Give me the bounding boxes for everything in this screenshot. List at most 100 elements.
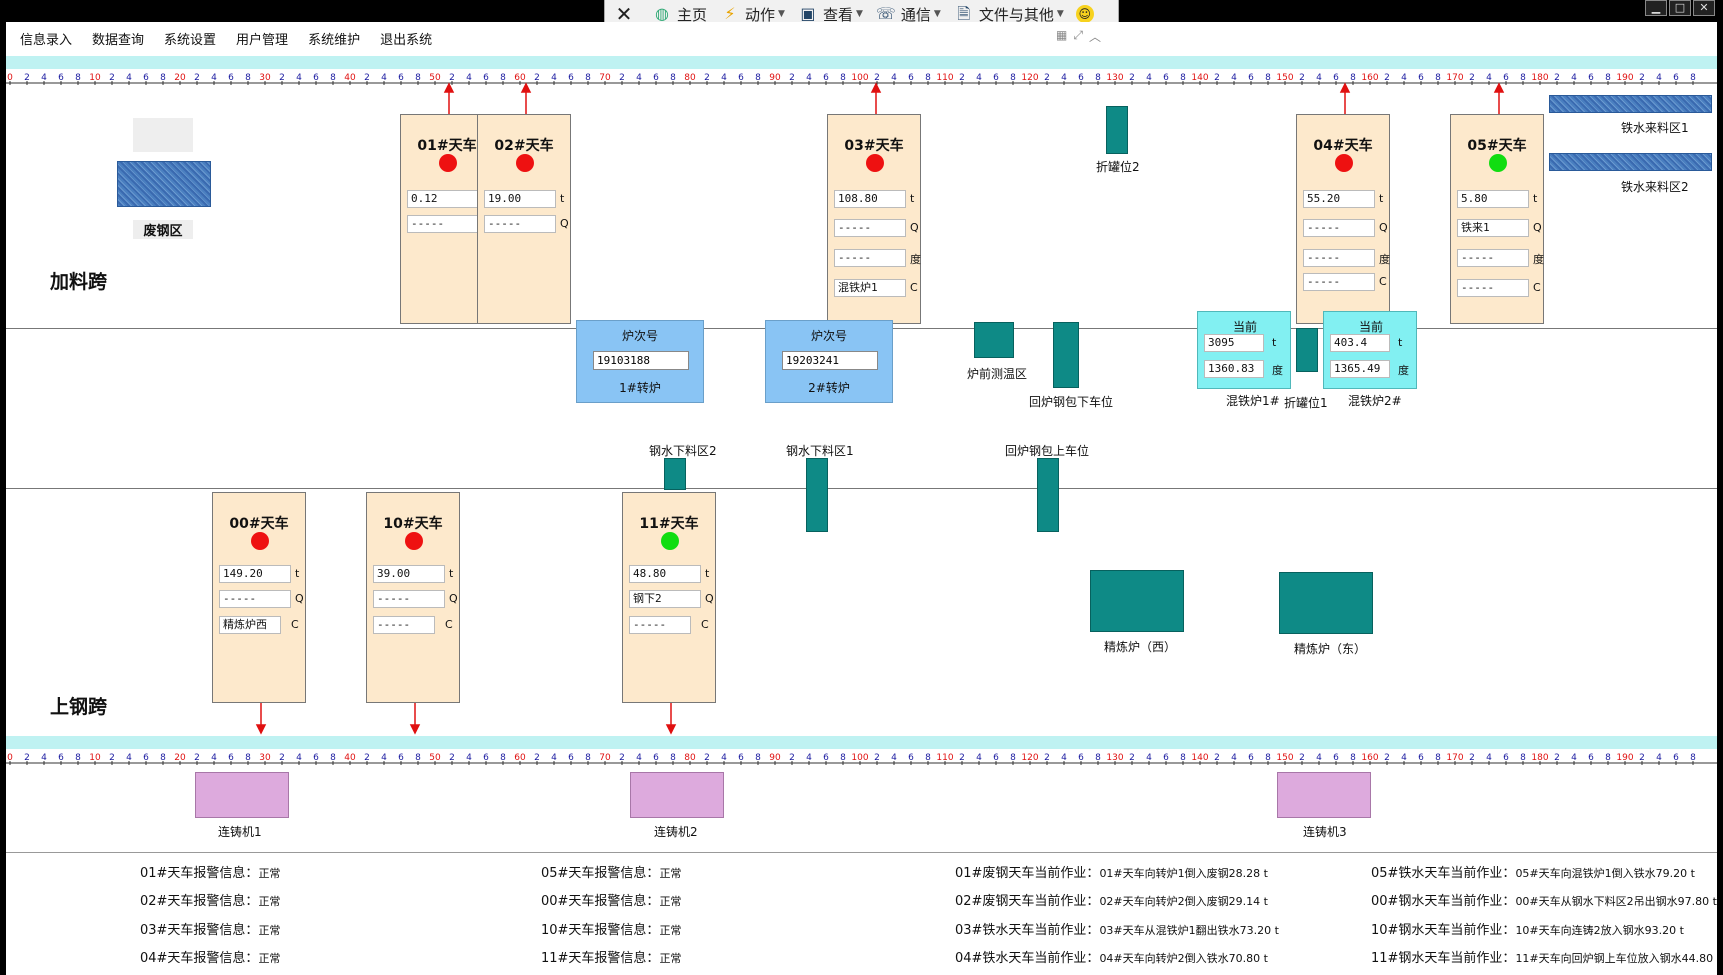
scrap-area-shade — [133, 118, 193, 152]
crane-00[interactable]: 00#天车 149.20 t ----- Q 精炼炉西 C — [212, 492, 306, 703]
unit-label: t — [1398, 336, 1403, 349]
caster-1[interactable] — [195, 772, 289, 818]
mixer-temp-field[interactable]: 1360.83 — [1204, 360, 1264, 378]
unit-label: C — [291, 618, 299, 631]
heat-number-title: 炉次号 — [621, 329, 658, 343]
heat-number-field[interactable]: 19203241 — [782, 351, 878, 370]
crane-05[interactable]: 05#天车 5.80 t 铁来1 Q ----- 度 ----- C — [1450, 114, 1544, 324]
alarm-row: 03#天车报警信息：正常 — [140, 919, 280, 938]
unit-label: Q — [295, 592, 304, 605]
job-row: 10#钢水天车当前作业：10#天车向连铸2放入钢水93.20 t — [1371, 919, 1684, 938]
chevron-up-icon[interactable]: ︿ — [1089, 28, 1101, 45]
menu-system-settings[interactable]: 系统设置 — [164, 29, 216, 48]
scrap-area[interactable] — [117, 161, 211, 207]
grid-icon[interactable]: ▦ — [1056, 28, 1067, 45]
mixer-weight-field[interactable]: 403.4 — [1330, 334, 1390, 352]
weight-field[interactable]: 55.20 — [1303, 190, 1375, 208]
steel-down-area-2[interactable] — [664, 458, 686, 490]
menu-data-query[interactable]: 数据查询 — [92, 29, 144, 48]
tilt-position-1[interactable] — [1296, 328, 1318, 372]
status-lamp — [866, 154, 884, 172]
iron-feed-zone-2[interactable] — [1549, 153, 1712, 171]
destination-field[interactable]: ----- — [373, 616, 435, 634]
alarm-label: 04#天车报警信息： — [140, 951, 259, 966]
alarm-value: 正常 — [659, 952, 682, 965]
weight-field[interactable]: 149.20 — [219, 565, 291, 583]
grade-field[interactable]: ----- — [834, 219, 906, 237]
crane-02[interactable]: 02#天车 19.00 t ----- Q — [477, 114, 571, 324]
grade-field[interactable]: ----- — [373, 590, 445, 608]
temperature-field[interactable]: ----- — [834, 249, 906, 267]
unit-label: C — [701, 618, 709, 631]
job-label: 10#钢水天车当前作业： — [1371, 923, 1516, 938]
grade-field[interactable]: ----- — [219, 590, 291, 608]
weight-field[interactable]: 0.12 — [407, 190, 479, 208]
heat-number-field[interactable]: 19103188 — [593, 351, 689, 370]
job-label: 02#废钢天车当前作业： — [955, 894, 1100, 909]
close-button[interactable]: ✕ — [1693, 0, 1715, 16]
crane-04[interactable]: 04#天车 55.20 t ----- Q ----- 度 ----- C — [1296, 114, 1390, 324]
refining-furnace-west[interactable] — [1090, 570, 1184, 632]
temperature-field[interactable]: ----- — [1457, 249, 1529, 267]
iron-feed-zone-1-label: 铁水来料区1 — [1621, 121, 1689, 135]
crane-11[interactable]: 11#天车 48.80 t 钢下2 Q ----- C — [622, 492, 716, 703]
menu-exit[interactable]: 退出系统 — [380, 29, 432, 48]
mini-toolbar: ▦ ⤢ ︿ — [1056, 28, 1101, 45]
mixer-weight-field[interactable]: 3095 — [1204, 334, 1264, 352]
carbon-field[interactable]: 混铁炉1 — [834, 279, 906, 297]
refining-furnace-east[interactable] — [1279, 572, 1373, 634]
unit-label: 度 — [910, 253, 921, 266]
grade-field[interactable]: 铁来1 — [1457, 219, 1529, 237]
weight-field[interactable]: 108.80 — [834, 190, 906, 208]
mixer-title: 当前 — [1358, 320, 1383, 334]
return-ladle-down-position[interactable] — [1053, 322, 1079, 388]
carbon-field[interactable]: ----- — [1303, 273, 1375, 291]
steel-down-area-1[interactable] — [806, 458, 828, 532]
tilt-position-2[interactable] — [1106, 106, 1128, 154]
converter-1[interactable]: 炉次号 19103188 1#转炉 — [576, 320, 704, 403]
weight-field[interactable]: 5.80 — [1457, 190, 1529, 208]
temperature-field[interactable]: ----- — [1303, 249, 1375, 267]
mixer-temp-field[interactable]: 1365.49 — [1330, 360, 1390, 378]
crane-name: 05#天车 — [1467, 138, 1527, 154]
menu-info-entry[interactable]: 信息录入 — [20, 29, 72, 48]
job-label: 04#铁水天车当前作业： — [955, 951, 1100, 966]
crane-10[interactable]: 10#天车 39.00 t ----- Q ----- C — [366, 492, 460, 703]
alarm-value: 正常 — [659, 924, 682, 937]
crane-name: 04#天车 — [1313, 138, 1373, 154]
caster-2[interactable] — [630, 772, 724, 818]
weight-field[interactable]: 19.00 — [484, 190, 556, 208]
refining-east-label: 精炼炉（东） — [1294, 642, 1367, 656]
unit-label: Q — [560, 217, 569, 230]
job-value: 01#天车向转炉1倒入废钢28.28 t — [1099, 867, 1268, 880]
minimize-button[interactable]: ▁ — [1645, 0, 1667, 16]
fullscreen-icon[interactable]: ⤢ — [1073, 28, 1083, 45]
return-ladle-up-position[interactable] — [1037, 458, 1059, 532]
grade-field[interactable]: ----- — [484, 215, 556, 233]
maximize-button[interactable]: □ — [1669, 0, 1691, 16]
carbon-field[interactable]: ----- — [1457, 279, 1529, 297]
temp-measure-area[interactable] — [974, 322, 1014, 358]
crane-03[interactable]: 03#天车 108.80 t ----- Q ----- 度 混铁炉1 C — [827, 114, 921, 324]
grade-field[interactable]: ----- — [1303, 219, 1375, 237]
hot-metal-mixer-2[interactable]: 当前 403.4 t 1365.49 度 — [1323, 311, 1417, 389]
unit-label: t — [560, 192, 565, 205]
app-root: ✕ ◍ 主页 ⚡ 动作 ▼ ▣ 查看 ▼ ☏ 通信 ▼ 🗎 文件与其他 ▼ ☺ — [0, 0, 1723, 975]
job-row: 05#铁水天车当前作业：05#天车向混铁炉1倒入铁水79.20 t — [1371, 862, 1695, 881]
converter-2[interactable]: 炉次号 19203241 2#转炉 — [765, 320, 893, 403]
smiley-button[interactable]: ☺ — [1075, 5, 1098, 23]
weight-field[interactable]: 39.00 — [373, 565, 445, 583]
grade-field[interactable]: 钢下2 — [629, 590, 701, 608]
weight-field[interactable]: 48.80 — [629, 565, 701, 583]
unit-label: t — [910, 192, 915, 205]
chevron-down-icon: ▼ — [1056, 9, 1064, 19]
hot-metal-mixer-1[interactable]: 当前 3095 t 1360.83 度 — [1197, 311, 1291, 389]
job-value: 04#天车向转炉2倒入铁水70.80 t — [1099, 952, 1268, 965]
caster-3[interactable] — [1277, 772, 1371, 818]
menu-user-management[interactable]: 用户管理 — [236, 29, 288, 48]
caster-1-label: 连铸机1 — [218, 825, 262, 839]
destination-field[interactable]: 精炼炉西 — [219, 616, 281, 634]
menu-system-maintenance[interactable]: 系统维护 — [308, 29, 360, 48]
grade-field[interactable]: ----- — [407, 215, 479, 233]
destination-field[interactable]: ----- — [629, 616, 691, 634]
